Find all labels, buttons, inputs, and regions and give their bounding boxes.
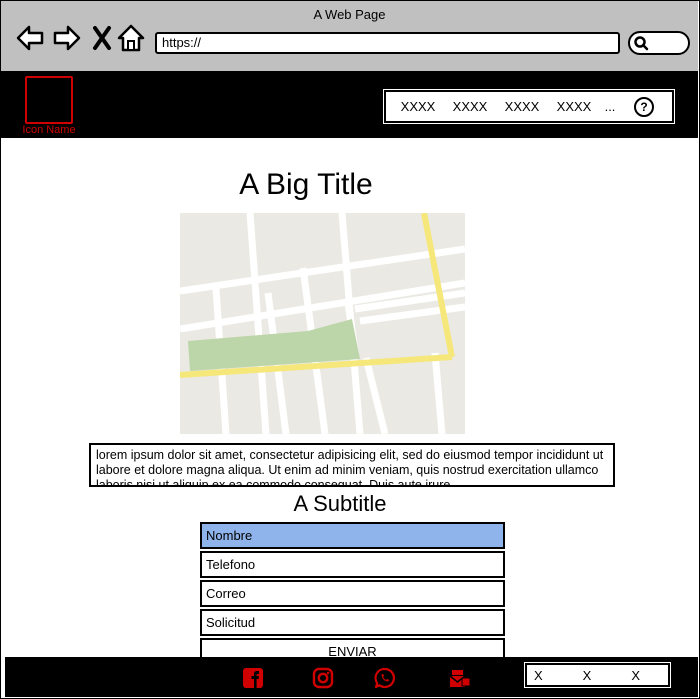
footer-links: X X X: [524, 662, 671, 688]
mail-icon[interactable]: [449, 667, 471, 689]
nav-item-3[interactable]: XXXX: [496, 99, 548, 114]
help-icon[interactable]: ?: [634, 96, 654, 117]
url-bar[interactable]: https://: [155, 32, 620, 54]
nav-item-1[interactable]: XXXX: [392, 99, 444, 114]
forward-arrow-icon[interactable]: [52, 23, 82, 53]
footer-link-1[interactable]: X: [534, 668, 543, 683]
phone-field[interactable]: Telefono: [200, 551, 505, 578]
site-header: Icon Name XXXX XXXX XXXX XXXX ... ?: [1, 72, 698, 138]
footer-link-2[interactable]: X: [583, 668, 592, 683]
map[interactable]: [180, 213, 465, 434]
page-subtitle: A Subtitle: [293, 491, 387, 516]
site-footer: X X X: [5, 657, 698, 697]
back-arrow-icon[interactable]: [15, 23, 45, 53]
map-image: [180, 213, 465, 434]
home-icon[interactable]: [116, 23, 146, 53]
nav-more[interactable]: ...: [600, 99, 620, 114]
page-title: A Big Title: [239, 168, 373, 201]
close-icon[interactable]: [89, 23, 119, 53]
logo-label: Icon Name: [22, 124, 76, 136]
request-field[interactable]: Solicitud: [200, 609, 505, 636]
nav-item-2[interactable]: XXXX: [444, 99, 496, 114]
footer-link-3[interactable]: X: [631, 668, 640, 683]
nav-bar: XXXX XXXX XXXX XXXX ... ?: [383, 89, 675, 124]
browser-chrome: A Web Page https://: [1, 1, 698, 72]
logo-icon[interactable]: [25, 76, 73, 124]
search-icon: [634, 36, 649, 51]
email-field[interactable]: Correo: [200, 580, 505, 607]
browser-search-field[interactable]: [628, 31, 690, 55]
name-field[interactable]: Nombre: [200, 522, 505, 549]
whatsapp-icon[interactable]: [374, 667, 396, 689]
contact-form: Nombre Telefono Correo Solicitud ENVIAR: [200, 522, 505, 665]
window-title: A Web Page: [313, 7, 386, 22]
instagram-icon[interactable]: [312, 667, 334, 689]
lorem-paragraph: lorem ipsum dolor sit amet, consectetur …: [89, 443, 615, 487]
facebook-icon[interactable]: [242, 667, 264, 689]
nav-item-4[interactable]: XXXX: [548, 99, 600, 114]
